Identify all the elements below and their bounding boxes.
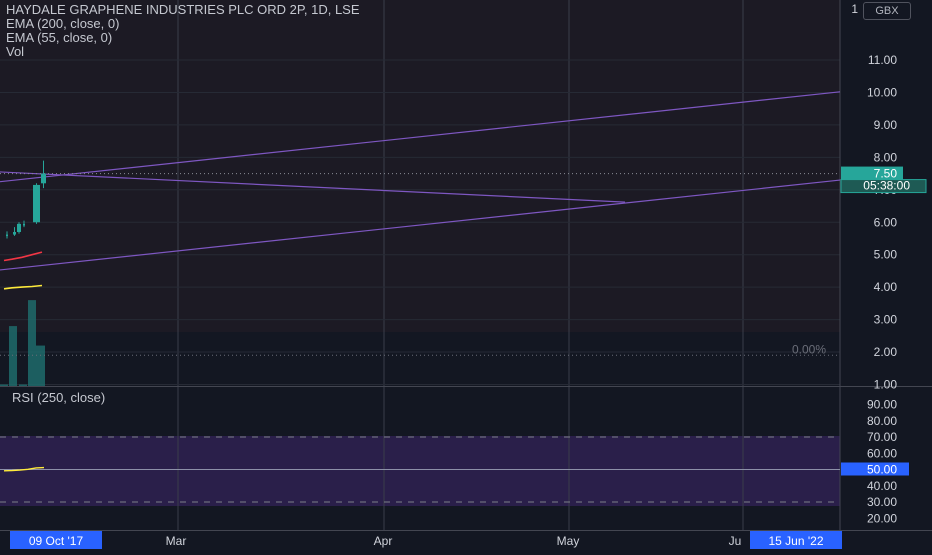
start-date-label: 09 Oct '17: [29, 534, 84, 548]
price-tick-label: 11.00: [868, 53, 897, 67]
rsi-value: 50.00: [867, 463, 897, 477]
rsi-tick-label: 80.00: [867, 414, 897, 428]
rsi-legend[interactable]: RSI (250, close): [12, 390, 105, 405]
vol-legend[interactable]: Vol: [6, 45, 24, 59]
price-tick-label: 10.00: [867, 85, 897, 99]
time-tick-label: Ju: [729, 534, 742, 548]
price-tick-label: 4.00: [874, 280, 898, 294]
rsi-tick-label: 20.00: [867, 511, 897, 525]
end-date-label: 15 Jun '22: [768, 534, 823, 548]
candle-body[interactable]: [41, 173, 46, 184]
volume-bar[interactable]: [0, 384, 8, 387]
price-tick-label: 1: [851, 2, 858, 16]
price-tick-label: 2.00: [874, 345, 898, 359]
candle-body[interactable]: [13, 231, 16, 235]
ema55-legend[interactable]: EMA (55, close, 0): [6, 31, 112, 45]
rsi-band-fill: [0, 436, 840, 506]
rsi-tick-label: 40.00: [867, 479, 897, 493]
time-tick-label: Apr: [374, 534, 393, 548]
countdown-value: 05:38:00: [863, 179, 910, 193]
chart-title: HAYDALE GRAPHENE INDUSTRIES PLC ORD 2P, …: [6, 2, 360, 17]
candle-body[interactable]: [17, 223, 21, 232]
chart-canvas[interactable]: 0.00%1.002.003.004.005.006.007.008.009.0…: [0, 0, 932, 550]
candle-body[interactable]: [33, 184, 40, 223]
price-tick-label: 6.00: [874, 215, 898, 229]
candle-body[interactable]: [23, 223, 25, 226]
ema200-legend[interactable]: EMA (200, close, 0): [6, 17, 119, 31]
time-tick-label: Mar: [166, 534, 187, 548]
price-tick-label: 1.00: [874, 378, 898, 392]
chart-window[interactable]: 0.00%1.002.003.004.005.006.007.008.009.0…: [0, 0, 932, 550]
rsi-tick-label: 60.00: [867, 446, 897, 460]
price-tick-label: 5.00: [874, 248, 898, 262]
volume-bar[interactable]: [36, 345, 45, 386]
rsi-tick-label: 70.00: [867, 430, 897, 444]
price-tick-label: 3.00: [874, 313, 898, 327]
rsi-tick-label: 30.00: [867, 495, 897, 509]
rsi-tick-label: 90.00: [867, 398, 897, 412]
volume-bar[interactable]: [9, 326, 17, 386]
price-pane-upper-shade: [0, 0, 840, 332]
fib-level-label: 0.00%: [792, 342, 826, 356]
price-tick-label: 8.00: [874, 150, 898, 164]
volume-bar[interactable]: [28, 300, 36, 386]
time-tick-label: May: [557, 534, 580, 548]
currency-badge[interactable]: GBX: [863, 2, 911, 20]
price-tick-label: 9.00: [874, 118, 898, 132]
volume-bar[interactable]: [19, 384, 27, 387]
candle-body[interactable]: [6, 234, 8, 237]
